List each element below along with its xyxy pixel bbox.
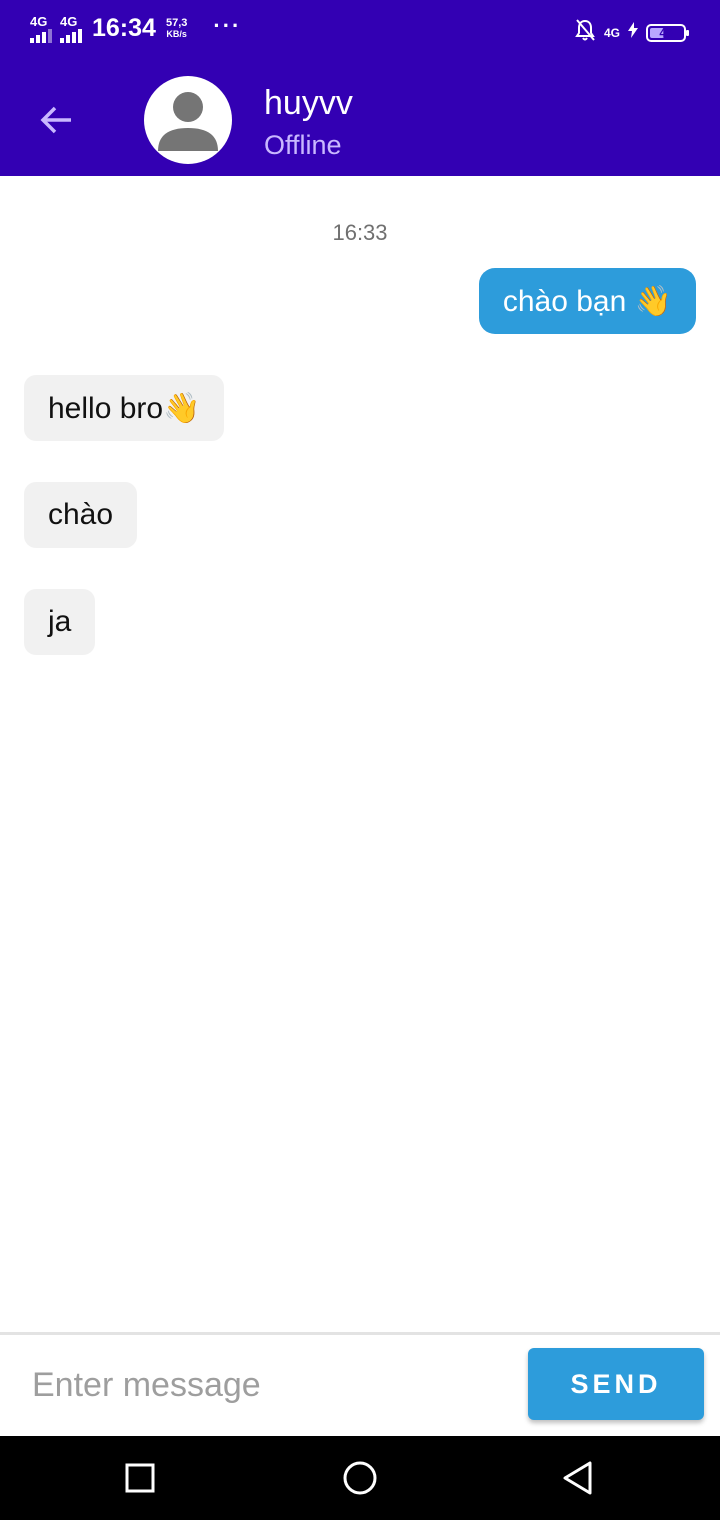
contact-name: huyvv <box>264 84 353 122</box>
message-timestamp: 16:33 <box>332 220 388 245</box>
network-speed: 57,3 KB/s <box>165 16 188 40</box>
send-button[interactable]: SEND <box>528 1348 704 1420</box>
system-nav-bar <box>0 1436 720 1520</box>
charging-icon <box>628 22 638 43</box>
battery-icon: 40 <box>646 23 689 42</box>
recents-button[interactable] <box>118 1456 162 1500</box>
status-bar-left: 4G 4G 16:34 57,3 KB/s ··· <box>30 12 242 43</box>
message-bubble-received[interactable]: hello bro👋 <box>24 375 225 441</box>
network-type: 4G <box>603 25 620 40</box>
back-triangle-icon <box>563 1461 592 1495</box>
recents-square-icon <box>125 1463 155 1493</box>
home-button[interactable] <box>338 1456 382 1500</box>
more-notifications-icon: ··· <box>213 12 242 38</box>
network-speed-unit: KB/s <box>166 28 187 39</box>
composer: SEND <box>0 1335 720 1436</box>
back-arrow-icon <box>40 106 71 134</box>
sim2-label: 4G <box>60 13 78 29</box>
status-time: 16:34 <box>92 14 156 42</box>
back-button[interactable] <box>34 98 78 142</box>
notifications-off-icon <box>574 18 596 47</box>
status-bar: 4G 4G 16:34 57,3 KB/s ··· 4G 40 <box>0 0 720 64</box>
sim1-label: 4G <box>30 13 48 29</box>
home-circle-icon <box>343 1461 377 1495</box>
message-bubble-received[interactable]: chào <box>24 482 138 548</box>
network-speed-value: 57,3 <box>165 16 188 29</box>
contact-status: Offline <box>264 130 342 160</box>
battery-level-text: 40 <box>659 25 673 40</box>
message-bubble-sent[interactable]: chào bạn 👋 <box>478 268 696 334</box>
avatar[interactable] <box>144 76 232 164</box>
signal-icon: 4G <box>30 13 52 43</box>
status-bar-right: 4G 40 <box>574 18 689 47</box>
signal-icon: 4G <box>60 13 82 43</box>
message-input[interactable] <box>32 1357 502 1413</box>
message-list[interactable]: 16:33 chào bạn 👋 hello bro👋 chào ja <box>0 176 720 1332</box>
chat-header: huyvv Offline <box>0 64 720 176</box>
avatar-person-icon <box>158 92 218 151</box>
nav-back-button[interactable] <box>556 1456 600 1500</box>
message-bubble-received[interactable]: ja <box>24 589 96 655</box>
